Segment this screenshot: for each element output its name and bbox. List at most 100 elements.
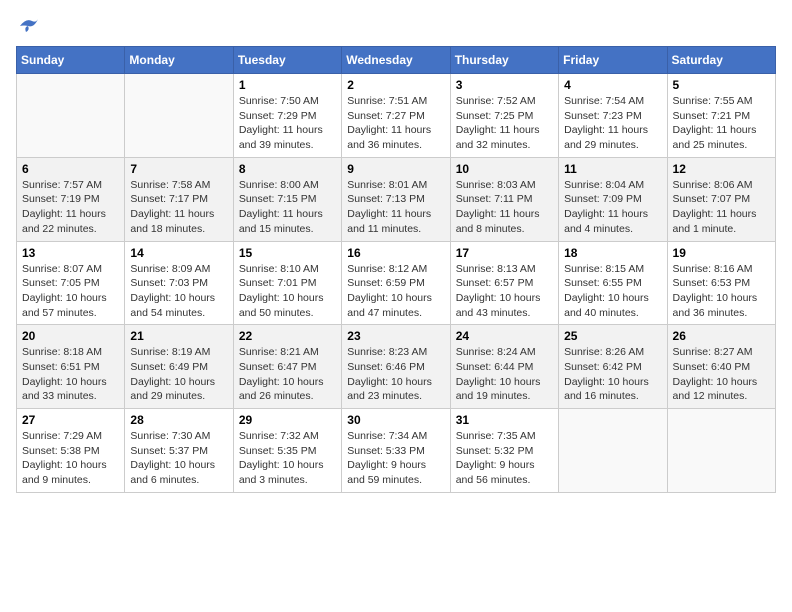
day-info: Sunrise: 7:55 AM Sunset: 7:21 PM Dayligh… — [673, 94, 770, 153]
day-info: Sunrise: 7:29 AM Sunset: 5:38 PM Dayligh… — [22, 429, 119, 488]
calendar-cell: 15Sunrise: 8:10 AM Sunset: 7:01 PM Dayli… — [233, 241, 341, 325]
day-number: 21 — [130, 329, 227, 343]
day-number: 15 — [239, 246, 336, 260]
day-number: 14 — [130, 246, 227, 260]
day-number: 8 — [239, 162, 336, 176]
day-info: Sunrise: 7:34 AM Sunset: 5:33 PM Dayligh… — [347, 429, 444, 488]
day-info: Sunrise: 8:07 AM Sunset: 7:05 PM Dayligh… — [22, 262, 119, 321]
calendar-cell: 30 Sunrise: 7:34 AM Sunset: 5:33 PM Dayli… — [342, 409, 450, 493]
calendar-header-row: SundayMondayTuesdayWednesdayThursdayFrid… — [17, 47, 776, 74]
day-number: 20 — [22, 329, 119, 343]
calendar-week-row: 27 Sunrise: 7:29 AM Sunset: 5:38 PM Dayli… — [17, 409, 776, 493]
day-info: Sunrise: 8:23 AM Sunset: 6:46 PM Dayligh… — [347, 345, 444, 404]
calendar-day-header: Wednesday — [342, 47, 450, 74]
calendar-cell: 25 Sunrise: 8:26 AM Sunset: 6:42 PM Dayli… — [559, 325, 667, 409]
day-info: Sunrise: 7:32 AM Sunset: 5:35 PM Dayligh… — [239, 429, 336, 488]
day-info: Sunrise: 8:27 AM Sunset: 6:40 PM Dayligh… — [673, 345, 770, 404]
day-info: Sunrise: 7:57 AM Sunset: 7:19 PM Dayligh… — [22, 178, 119, 237]
calendar-cell: 29 Sunrise: 7:32 AM Sunset: 5:35 PM Dayli… — [233, 409, 341, 493]
calendar-week-row: 1 Sunrise: 7:50 AM Sunset: 7:29 PM Daylig… — [17, 74, 776, 158]
day-number: 2 — [347, 78, 444, 92]
calendar-cell: 27 Sunrise: 7:29 AM Sunset: 5:38 PM Dayli… — [17, 409, 125, 493]
day-number: 12 — [673, 162, 770, 176]
day-info: Sunrise: 8:12 AM Sunset: 6:59 PM Dayligh… — [347, 262, 444, 321]
day-number: 6 — [22, 162, 119, 176]
calendar-day-header: Tuesday — [233, 47, 341, 74]
day-info: Sunrise: 8:21 AM Sunset: 6:47 PM Dayligh… — [239, 345, 336, 404]
page-header — [16, 16, 776, 34]
day-info: Sunrise: 7:51 AM Sunset: 7:27 PM Dayligh… — [347, 94, 444, 153]
calendar-cell: 1 Sunrise: 7:50 AM Sunset: 7:29 PM Daylig… — [233, 74, 341, 158]
calendar-cell: 3 Sunrise: 7:52 AM Sunset: 7:25 PM Daylig… — [450, 74, 558, 158]
calendar-day-header: Monday — [125, 47, 233, 74]
day-number: 13 — [22, 246, 119, 260]
day-info: Sunrise: 7:54 AM Sunset: 7:23 PM Dayligh… — [564, 94, 661, 153]
day-number: 19 — [673, 246, 770, 260]
day-number: 25 — [564, 329, 661, 343]
calendar-cell: 14 Sunrise: 8:09 AM Sunset: 7:03 PM Dayli… — [125, 241, 233, 325]
calendar-day-header: Friday — [559, 47, 667, 74]
calendar-cell: 10 Sunrise: 8:03 AM Sunset: 7:11 PM Dayli… — [450, 157, 558, 241]
day-info: Sunrise: 8:16 AM Sunset: 6:53 PM Dayligh… — [673, 262, 770, 321]
calendar-week-row: 6 Sunrise: 7:57 AM Sunset: 7:19 PM Daylig… — [17, 157, 776, 241]
calendar-day-header: Thursday — [450, 47, 558, 74]
day-info: Sunrise: 8:18 AM Sunset: 6:51 PM Dayligh… — [22, 345, 119, 404]
day-number: 30 — [347, 413, 444, 427]
day-info: Sunrise: 8:06 AM Sunset: 7:07 PM Dayligh… — [673, 178, 770, 237]
day-info: Sunrise: 8:01 AM Sunset: 7:13 PM Dayligh… — [347, 178, 444, 237]
day-info: Sunrise: 8:03 AM Sunset: 7:11 PM Dayligh… — [456, 178, 553, 237]
day-info: Sunrise: 7:35 AM Sunset: 5:32 PM Dayligh… — [456, 429, 553, 488]
day-number: 9 — [347, 162, 444, 176]
calendar-day-header: Sunday — [17, 47, 125, 74]
day-info: Sunrise: 8:19 AM Sunset: 6:49 PM Dayligh… — [130, 345, 227, 404]
day-number: 3 — [456, 78, 553, 92]
calendar-cell: 4Sunrise: 7:54 AM Sunset: 7:23 PM Daylig… — [559, 74, 667, 158]
logo — [16, 16, 40, 34]
calendar-cell: 17 Sunrise: 8:13 AM Sunset: 6:57 PM Dayli… — [450, 241, 558, 325]
day-number: 29 — [239, 413, 336, 427]
day-number: 17 — [456, 246, 553, 260]
day-number: 26 — [673, 329, 770, 343]
day-number: 22 — [239, 329, 336, 343]
day-number: 7 — [130, 162, 227, 176]
day-number: 24 — [456, 329, 553, 343]
calendar-cell: 19 Sunrise: 8:16 AM Sunset: 6:53 PM Dayli… — [667, 241, 775, 325]
calendar-cell: 18Sunrise: 8:15 AM Sunset: 6:55 PM Dayli… — [559, 241, 667, 325]
logo-bird-icon — [18, 16, 40, 34]
day-number: 16 — [347, 246, 444, 260]
calendar-cell: 7 Sunrise: 7:58 AM Sunset: 7:17 PM Daylig… — [125, 157, 233, 241]
day-info: Sunrise: 8:00 AM Sunset: 7:15 PM Dayligh… — [239, 178, 336, 237]
calendar-cell: 12 Sunrise: 8:06 AM Sunset: 7:07 PM Dayli… — [667, 157, 775, 241]
day-info: Sunrise: 8:24 AM Sunset: 6:44 PM Dayligh… — [456, 345, 553, 404]
calendar-cell: 20 Sunrise: 8:18 AM Sunset: 6:51 PM Dayli… — [17, 325, 125, 409]
day-info: Sunrise: 7:50 AM Sunset: 7:29 PM Dayligh… — [239, 94, 336, 153]
calendar-cell: 24 Sunrise: 8:24 AM Sunset: 6:44 PM Dayli… — [450, 325, 558, 409]
calendar-cell: 16 Sunrise: 8:12 AM Sunset: 6:59 PM Dayli… — [342, 241, 450, 325]
day-number: 10 — [456, 162, 553, 176]
calendar-cell: 2 Sunrise: 7:51 AM Sunset: 7:27 PM Daylig… — [342, 74, 450, 158]
calendar-cell: 23 Sunrise: 8:23 AM Sunset: 6:46 PM Dayli… — [342, 325, 450, 409]
day-number: 1 — [239, 78, 336, 92]
calendar-cell: 9 Sunrise: 8:01 AM Sunset: 7:13 PM Daylig… — [342, 157, 450, 241]
calendar-cell — [559, 409, 667, 493]
calendar-cell: 22 Sunrise: 8:21 AM Sunset: 6:47 PM Dayli… — [233, 325, 341, 409]
day-info: Sunrise: 7:58 AM Sunset: 7:17 PM Dayligh… — [130, 178, 227, 237]
day-info: Sunrise: 8:13 AM Sunset: 6:57 PM Dayligh… — [456, 262, 553, 321]
calendar-cell: 6 Sunrise: 7:57 AM Sunset: 7:19 PM Daylig… — [17, 157, 125, 241]
day-number: 28 — [130, 413, 227, 427]
day-number: 23 — [347, 329, 444, 343]
calendar-cell: 21 Sunrise: 8:19 AM Sunset: 6:49 PM Dayli… — [125, 325, 233, 409]
day-number: 27 — [22, 413, 119, 427]
day-number: 11 — [564, 162, 661, 176]
calendar-cell — [17, 74, 125, 158]
calendar-day-header: Saturday — [667, 47, 775, 74]
calendar-cell: 26 Sunrise: 8:27 AM Sunset: 6:40 PM Dayli… — [667, 325, 775, 409]
day-info: Sunrise: 8:26 AM Sunset: 6:42 PM Dayligh… — [564, 345, 661, 404]
calendar-week-row: 20 Sunrise: 8:18 AM Sunset: 6:51 PM Dayli… — [17, 325, 776, 409]
day-info: Sunrise: 8:04 AM Sunset: 7:09 PM Dayligh… — [564, 178, 661, 237]
day-info: Sunrise: 7:52 AM Sunset: 7:25 PM Dayligh… — [456, 94, 553, 153]
day-info: Sunrise: 8:09 AM Sunset: 7:03 PM Dayligh… — [130, 262, 227, 321]
day-info: Sunrise: 8:15 AM Sunset: 6:55 PM Dayligh… — [564, 262, 661, 321]
calendar-week-row: 13 Sunrise: 8:07 AM Sunset: 7:05 PM Dayli… — [17, 241, 776, 325]
day-number: 31 — [456, 413, 553, 427]
